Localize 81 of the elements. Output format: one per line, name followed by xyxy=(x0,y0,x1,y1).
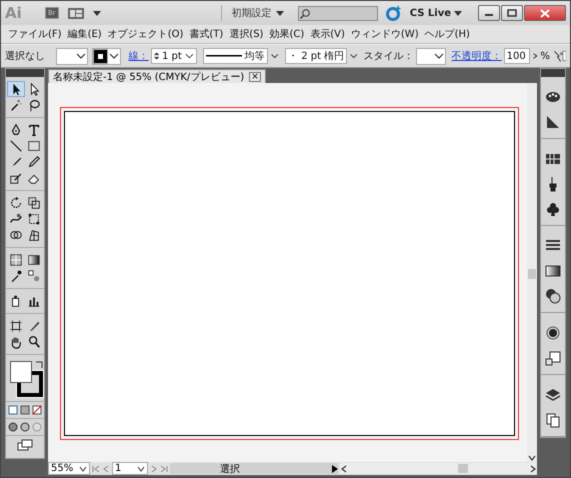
chevron-icon[interactable] xyxy=(532,51,538,61)
cs-live-icon[interactable] xyxy=(386,5,402,21)
style-label: スタイル： xyxy=(364,50,414,63)
pointer-icon[interactable] xyxy=(7,81,25,97)
pages-icon[interactable] xyxy=(545,412,561,428)
menu-item[interactable]: 表示(V) xyxy=(307,27,348,41)
next-page-icon[interactable] xyxy=(150,464,158,472)
layout-icon[interactable] xyxy=(66,6,85,20)
zoom-dropdown[interactable]: 55% xyxy=(48,462,90,475)
page-dropdown[interactable]: 1 xyxy=(112,462,148,475)
scroll-left-icon[interactable] xyxy=(340,464,348,472)
artboard-icon[interactable] xyxy=(7,318,25,334)
none-icon[interactable] xyxy=(32,405,42,415)
last-page-icon[interactable] xyxy=(160,464,168,472)
opacity-link[interactable]: 不透明度： xyxy=(452,49,502,63)
cs-live-menu[interactable]: CS Live xyxy=(410,8,462,18)
draw-normal-icon[interactable] xyxy=(8,422,18,432)
squares-icon[interactable] xyxy=(545,350,561,366)
menu-item[interactable]: 書式(T) xyxy=(186,27,226,41)
stroke-swatch[interactable] xyxy=(92,48,121,64)
caret-icon[interactable] xyxy=(184,51,194,61)
stroke-weight-field[interactable]: 1 pt xyxy=(150,48,197,64)
menu-item[interactable]: 選択(S) xyxy=(226,27,266,41)
scroll-right-icon[interactable] xyxy=(529,464,537,472)
fill-color-swatch[interactable] xyxy=(10,361,32,383)
style-swatch[interactable] xyxy=(416,48,446,64)
caret-icon xyxy=(276,9,284,17)
workspace-switcher[interactable]: 初期設定 xyxy=(220,5,284,21)
layers-icon[interactable] xyxy=(545,387,561,403)
color-mode-icon[interactable] xyxy=(8,405,18,415)
menu-item[interactable]: 効果(C) xyxy=(266,27,308,41)
swap-icon[interactable] xyxy=(35,361,43,369)
scroll-down-icon[interactable] xyxy=(528,454,536,462)
maximize-icon xyxy=(507,9,517,17)
swatches-icon[interactable] xyxy=(545,151,561,167)
club-icon[interactable] xyxy=(545,201,561,217)
close-button[interactable] xyxy=(524,5,566,21)
search-field[interactable] xyxy=(298,6,378,20)
caret-icon[interactable] xyxy=(92,9,101,17)
fill-swatch[interactable] xyxy=(56,48,88,64)
document-tab[interactable]: 名称未設定-1 @ 55% (CMYK/プレビュー) × xyxy=(48,69,266,83)
stroke-profile-dropdown[interactable]: 均等 xyxy=(202,48,268,64)
scrollbar-thumb[interactable] xyxy=(528,269,536,279)
minimize-button[interactable] xyxy=(478,5,500,21)
maximize-button[interactable] xyxy=(501,5,523,21)
palette-icon[interactable] xyxy=(545,89,561,105)
play-icon xyxy=(332,464,338,472)
recolor-icon[interactable] xyxy=(552,48,566,64)
tab-close-button[interactable]: × xyxy=(249,72,261,82)
selection-status: 選択なし xyxy=(5,50,46,63)
gradient-mode-icon[interactable] xyxy=(20,405,30,415)
opacity-field[interactable]: 100 xyxy=(504,48,530,64)
percent-label: % xyxy=(540,50,550,62)
horizontal-scrollbar[interactable] xyxy=(340,463,537,474)
brush-dropdown[interactable]: ・ 2 pt 楕円 xyxy=(285,48,348,64)
triangle-icon[interactable] xyxy=(545,114,561,130)
close-icon xyxy=(540,8,550,18)
panel-header xyxy=(541,69,565,77)
app-logo: Ai xyxy=(5,4,23,22)
menu-item[interactable]: オブジェクト(O) xyxy=(104,27,186,41)
circle-icon[interactable] xyxy=(545,325,561,341)
caret-icon xyxy=(79,464,87,472)
previous-page-icon[interactable] xyxy=(102,464,110,472)
caret-icon xyxy=(454,9,462,17)
draw-behind-icon[interactable] xyxy=(20,422,30,432)
spinner-icon[interactable] xyxy=(154,51,159,61)
status-menu[interactable]: 選択 xyxy=(170,463,338,474)
menu-item[interactable]: 編集(E) xyxy=(64,27,105,41)
caret-icon xyxy=(137,464,145,472)
gradient-icon[interactable] xyxy=(545,263,561,279)
menu-item[interactable]: ヘルプ(H) xyxy=(422,27,473,41)
menu-item[interactable]: ウィンドウ(W) xyxy=(348,27,422,41)
line-icon xyxy=(206,54,242,58)
first-page-icon[interactable] xyxy=(92,464,100,472)
search-icon xyxy=(298,8,311,18)
circles-icon[interactable] xyxy=(545,288,561,304)
stroke-link[interactable]: 線： xyxy=(128,49,149,63)
panel-header xyxy=(6,69,44,77)
screen-mode-icon[interactable] xyxy=(17,439,33,451)
scrollbar-thumb[interactable] xyxy=(458,464,468,473)
menu-item[interactable]: ファイル(F) xyxy=(5,27,65,41)
